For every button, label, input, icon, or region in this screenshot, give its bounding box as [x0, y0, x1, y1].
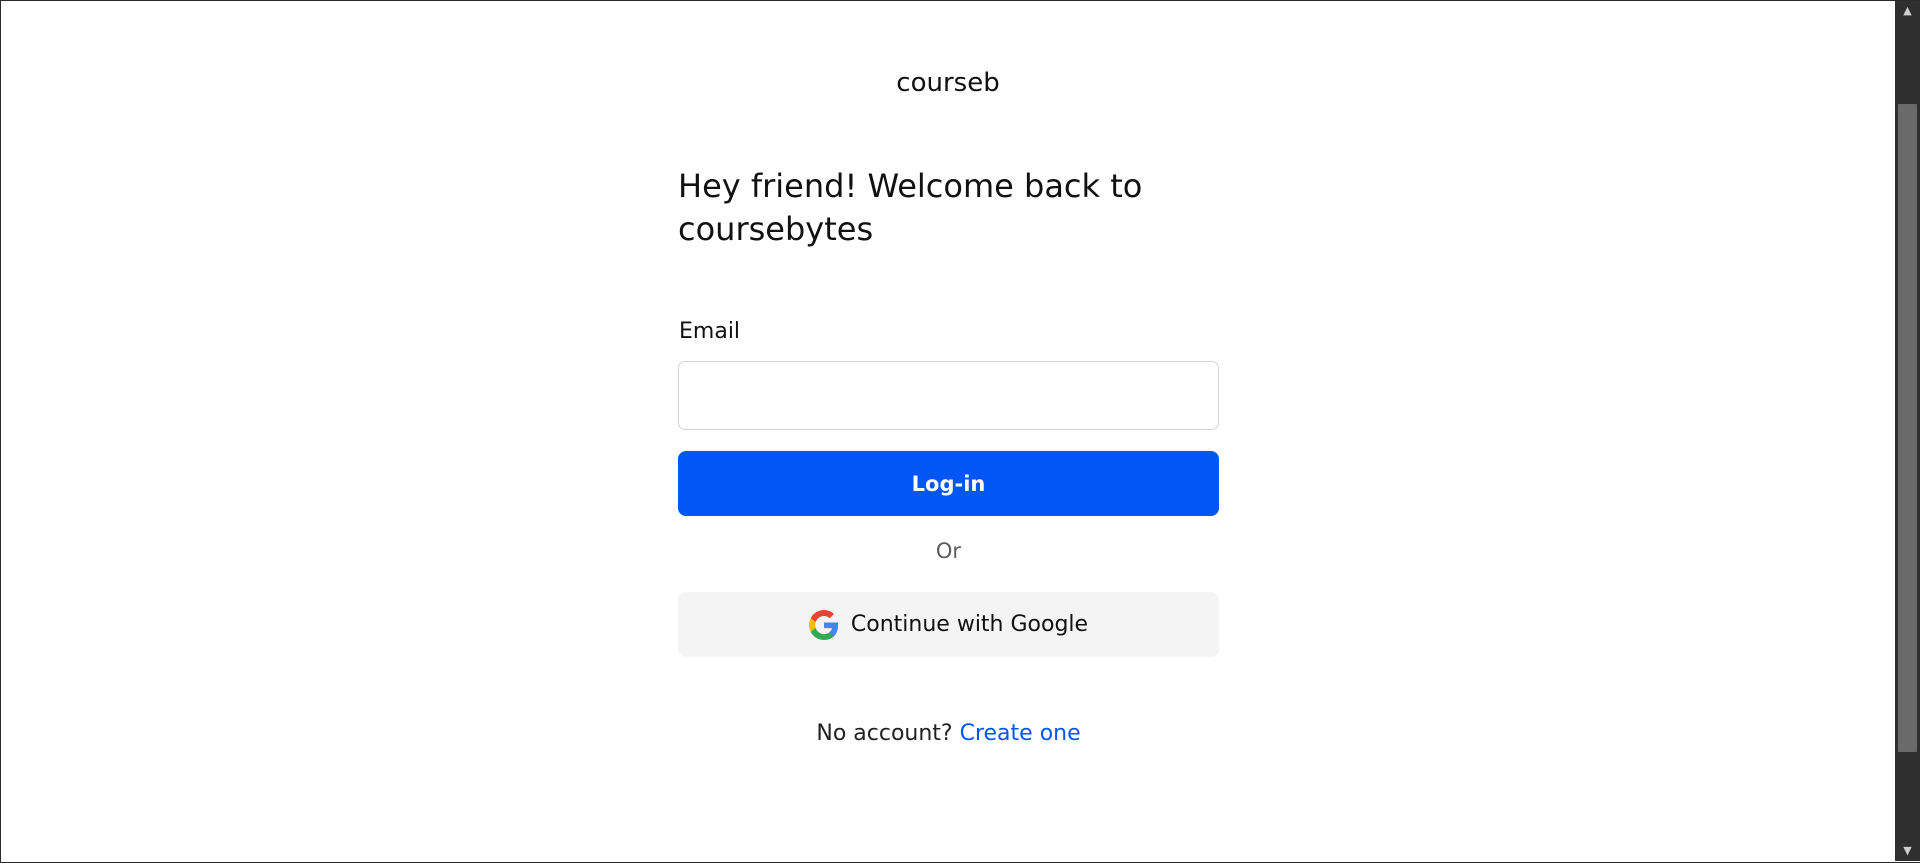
page-title: Hey friend! Welcome back to coursebytes: [678, 167, 1143, 248]
google-icon: [808, 609, 839, 640]
login-button[interactable]: Log-in: [678, 451, 1219, 516]
email-field[interactable]: [678, 361, 1219, 430]
vertical-scrollbar[interactable]: ▲ ▼: [1895, 1, 1920, 861]
or-divider-text: Or: [935, 539, 962, 563]
signup-prompt: No account? Create one: [678, 721, 1219, 746]
create-account-link[interactable]: Create one: [960, 721, 1081, 746]
brand-logo-text[interactable]: courseb: [1, 68, 1895, 98]
triangle-up-icon[interactable]: ▲: [1895, 1, 1920, 21]
no-account-text: No account?: [816, 721, 953, 746]
page-viewport: courseb Hey friend! Welcome back to cour…: [1, 1, 1895, 861]
login-card: Hey friend! Welcome back to coursebytes …: [678, 165, 1219, 746]
continue-with-google-button[interactable]: Continue with Google: [678, 592, 1219, 657]
scrollbar-thumb[interactable]: [1898, 104, 1917, 752]
google-button-label: Continue with Google: [850, 612, 1089, 637]
email-label: Email: [679, 319, 741, 344]
triangle-down-icon[interactable]: ▼: [1895, 841, 1920, 861]
